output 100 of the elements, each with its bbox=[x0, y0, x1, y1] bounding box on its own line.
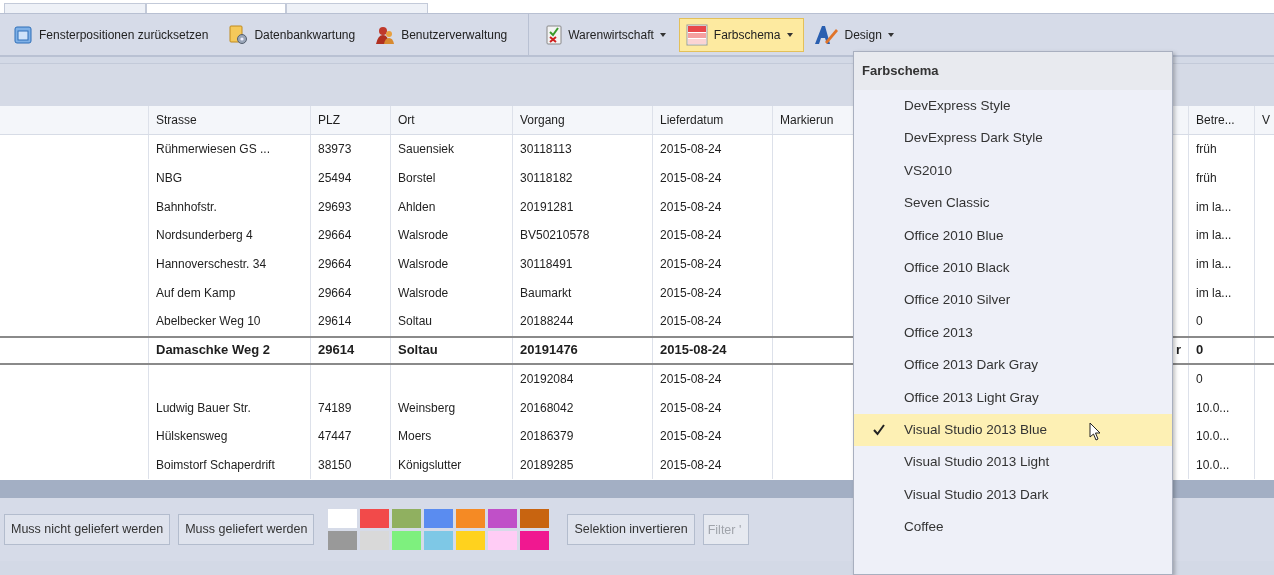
column-header[interactable]: V bbox=[1262, 111, 1270, 129]
toolbar-button[interactable]: Datenbankwartung bbox=[221, 17, 367, 52]
table-cell-text: 29664 bbox=[318, 256, 352, 274]
color-swatch[interactable] bbox=[424, 531, 454, 550]
color-swatch[interactable] bbox=[456, 509, 486, 528]
column-header[interactable]: Ort bbox=[398, 111, 415, 129]
table-cell-text: früh bbox=[1196, 170, 1217, 188]
column-header[interactable]: Vorgang bbox=[520, 111, 565, 129]
menu-item[interactable]: Office 2010 Silver bbox=[854, 284, 1172, 317]
table-cell-text: 25494 bbox=[318, 170, 352, 188]
menu-item[interactable]: Visual Studio 2013 Dark bbox=[854, 478, 1172, 512]
toolbar-button[interactable]: Design bbox=[805, 17, 905, 52]
menu-item[interactable]: Coffee bbox=[854, 511, 1172, 544]
menu-item[interactable]: Visual Studio 2013 Light bbox=[854, 446, 1172, 479]
table-cell-text: 30118182 bbox=[520, 170, 573, 188]
color-swatch[interactable] bbox=[456, 531, 486, 550]
tab[interactable] bbox=[286, 3, 428, 13]
table-cell-text: 2015-08-24 bbox=[660, 428, 722, 446]
table-cell-text: 2015-08-24 bbox=[660, 313, 722, 331]
toolbar-button[interactable]: Warenwirtschaft bbox=[539, 17, 677, 52]
table-cell-text: 38150 bbox=[318, 456, 352, 474]
table-cell-text: Sauensiek bbox=[398, 141, 455, 159]
menu-item[interactable]: VS2010 bbox=[854, 154, 1172, 188]
table-cell-text: 20188244 bbox=[520, 313, 574, 331]
table-cell-text: Moers bbox=[398, 428, 432, 446]
table-cell-text: 20191476 bbox=[520, 341, 578, 360]
menu-item[interactable]: DevExpress Style bbox=[854, 90, 1172, 123]
check-icon bbox=[873, 424, 885, 437]
table-cell-text: 74189 bbox=[318, 399, 352, 417]
table-cell-text: 10.0... bbox=[1196, 399, 1230, 417]
table-cell-text: 29664 bbox=[318, 284, 352, 302]
table-cell-text: r bbox=[1175, 341, 1181, 360]
menu-title: Farbschema bbox=[862, 62, 939, 81]
table-cell-text: BV50210578 bbox=[520, 227, 590, 245]
action-button[interactable]: Muss nicht geliefert werden bbox=[4, 514, 171, 545]
column-header[interactable]: Strasse bbox=[156, 111, 197, 129]
menu-item[interactable]: Visual Studio 2013 Blue bbox=[854, 413, 1172, 447]
caret-icon bbox=[659, 32, 666, 37]
column-header[interactable]: Markierun bbox=[780, 111, 834, 129]
column-header[interactable]: PLZ bbox=[318, 111, 340, 129]
tab[interactable] bbox=[4, 3, 146, 13]
tab[interactable] bbox=[146, 3, 286, 13]
table-cell-text: 20191281 bbox=[520, 198, 574, 216]
table-cell-text: Soltau bbox=[398, 341, 438, 360]
menu-item[interactable]: Office 2010 Blue bbox=[854, 219, 1172, 252]
menu-item[interactable]: DevExpress Dark Style bbox=[854, 122, 1172, 155]
palette-icon bbox=[685, 23, 708, 46]
color-swatch[interactable] bbox=[392, 509, 422, 528]
invert-selection-button[interactable]: Selektion invertieren bbox=[567, 514, 695, 545]
table-cell-text: Soltau bbox=[398, 313, 433, 331]
toolbar-button[interactable]: Benutzerverwaltung bbox=[368, 17, 519, 52]
table-cell-text: Hannoverschestr. 34 bbox=[156, 256, 267, 274]
table-cell-text: Walsrode bbox=[398, 284, 449, 302]
table-cell-text: im la... bbox=[1196, 284, 1232, 302]
color-swatch[interactable] bbox=[328, 531, 358, 550]
table-cell-text: früh bbox=[1196, 141, 1217, 159]
cursor-icon bbox=[1089, 421, 1101, 441]
table-cell-text: 10.0... bbox=[1196, 428, 1230, 446]
color-swatch[interactable] bbox=[520, 509, 550, 528]
table-cell-text: 0 bbox=[1196, 341, 1204, 360]
column-header[interactable]: Lieferdatum bbox=[660, 111, 724, 129]
color-swatch[interactable] bbox=[488, 509, 518, 528]
table-cell-text: Bahnhofstr. bbox=[156, 198, 217, 216]
table-cell-text: 2015-08-24 bbox=[660, 370, 722, 388]
table-cell-text: 29614 bbox=[318, 313, 352, 331]
action-button[interactable]: Muss geliefert werden bbox=[178, 514, 315, 545]
color-swatch[interactable] bbox=[360, 509, 390, 528]
color-swatch[interactable] bbox=[520, 531, 550, 550]
database-gear-icon bbox=[228, 24, 249, 45]
table-cell-text: 20192084 bbox=[520, 370, 574, 388]
color-swatch[interactable] bbox=[424, 509, 454, 528]
table-cell-text: Königslutter bbox=[398, 456, 462, 474]
menu-item[interactable]: Office 2013 Light Gray bbox=[854, 381, 1172, 414]
toolbar-button[interactable]: Fensterpositionen zurücksetzen bbox=[6, 17, 220, 52]
table-cell-text: 2015-08-24 bbox=[660, 456, 722, 474]
table-cell-text: 20186379 bbox=[520, 428, 574, 446]
table-cell-text: Boimstorf Schaperdrift bbox=[156, 456, 275, 474]
color-swatch[interactable] bbox=[488, 531, 518, 550]
table-cell-text: Abelbecker Weg 10 bbox=[156, 313, 261, 331]
menu-item[interactable]: Office 2010 Black bbox=[854, 251, 1172, 285]
table-cell-text: Ahlden bbox=[398, 198, 436, 216]
table-cell-text: 10.0... bbox=[1196, 456, 1230, 474]
table-cell-text: 29693 bbox=[318, 198, 352, 216]
table-cell-text: 2015-08-24 bbox=[660, 227, 722, 245]
filter-field[interactable]: Filter ' bbox=[702, 514, 749, 545]
menu-item[interactable]: Seven Classic bbox=[854, 187, 1172, 220]
toolbar-button[interactable]: Farbschema bbox=[678, 17, 804, 52]
table-cell-text: Rühmerwiesen GS ... bbox=[156, 141, 271, 159]
table-cell-text: 2015-08-24 bbox=[660, 399, 722, 417]
column-header[interactable]: Betre... bbox=[1196, 111, 1235, 129]
color-swatch[interactable] bbox=[392, 531, 422, 550]
table-cell-text: 2015-08-24 bbox=[660, 141, 722, 159]
table-cell-text: 30118113 bbox=[520, 141, 572, 159]
table-cell-text: Walsrode bbox=[398, 256, 449, 274]
table-cell-text: 30118491 bbox=[520, 256, 573, 274]
color-swatch[interactable] bbox=[328, 509, 358, 528]
table-cell-text: 0 bbox=[1196, 370, 1203, 388]
table-cell-text: 2015-08-24 bbox=[660, 170, 722, 188]
table-cell-text: 47447 bbox=[318, 428, 352, 446]
caret-icon bbox=[786, 32, 793, 37]
